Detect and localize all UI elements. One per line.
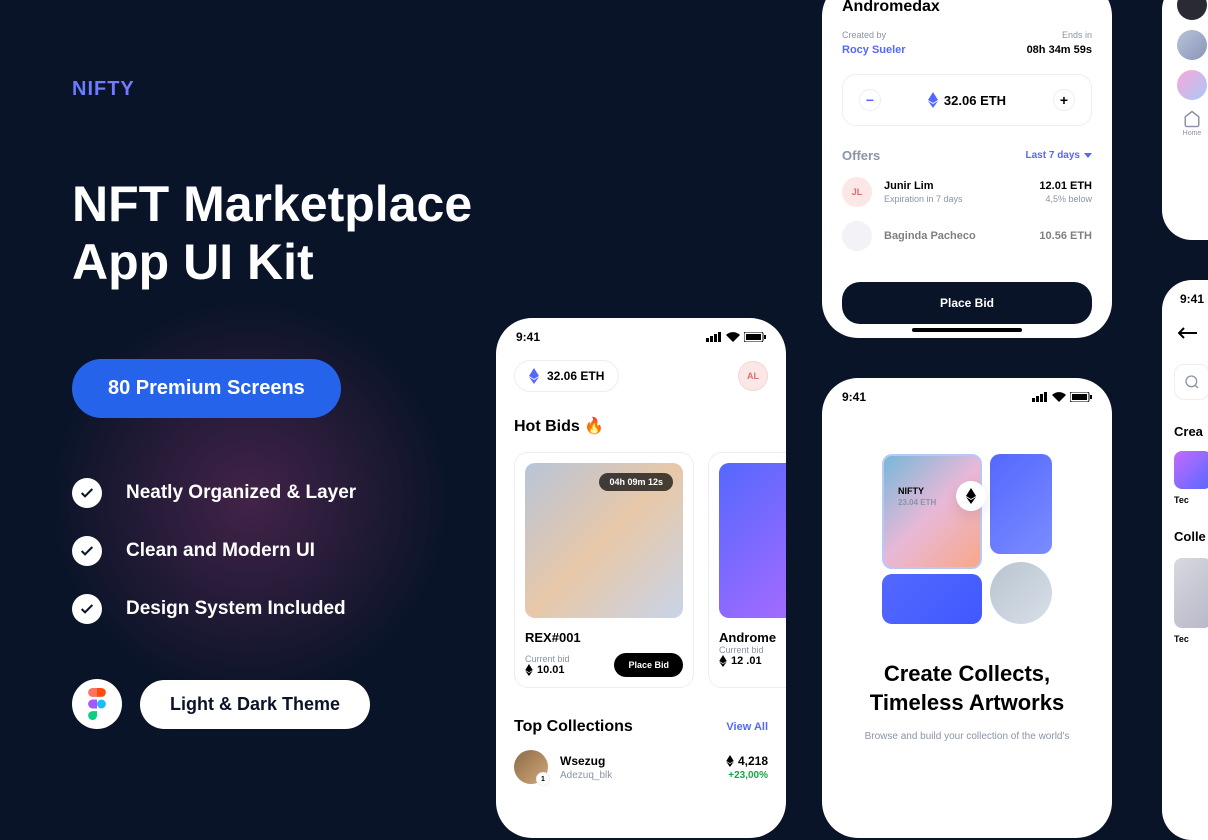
check-icon [72,594,102,624]
nft-image: 04h 09m 12s [525,463,683,618]
check-icon [72,478,102,508]
phone-mockup-onboarding: 9:41 NIFTY 23.04 ETH Create Collects, Ti… [822,378,1112,838]
bid-label: Current bid [525,654,570,664]
ethereum-icon [529,368,539,384]
onboarding-subtitle: Browse and build your collection of the … [822,731,1112,742]
nft-card[interactable]: 04h 09m 12s REX#001 Current bid 10.01 Pl… [514,452,694,688]
rank-badge: 1 [536,772,550,786]
home-indicator [912,328,1022,332]
place-bid-button[interactable]: Place Bid [614,653,683,677]
created-by-label: Created by [842,30,906,40]
collection-thumb[interactable] [1174,558,1208,628]
cta-premium-screens[interactable]: 80 Premium Screens [72,359,341,418]
search-icon [1184,374,1200,390]
top-collections-title: Top Collections [514,718,633,736]
offer-name: Baginda Pacheco [884,230,1039,242]
nft-card[interactable]: Androme Current bid 12 .01 [708,452,786,688]
hero-tag-name: NIFTY [898,486,936,496]
avatar[interactable] [1177,30,1207,60]
offer-item[interactable]: JL Junir Lim Expiration in 7 days 12.01 … [822,177,1112,207]
ends-in-label: Ends in [1027,30,1092,40]
price-value: 32.06 ETH [928,92,1006,108]
hero-tile: NIFTY 23.04 ETH [882,454,982,569]
offer-avatar: JL [842,177,872,207]
bid-value: 10.01 [525,664,570,676]
phone-fragment-bottom: 9:41 Crea Tec Colle Tec [1162,280,1208,840]
creator-thumb[interactable] [1174,451,1208,489]
balance-pill[interactable]: 32.06 ETH [514,360,619,392]
collection-avatar: 1 [514,750,548,784]
status-time: 9:41 [516,330,540,344]
feature-text: Design System Included [126,598,346,620]
chevron-down-icon [1084,153,1092,158]
place-bid-button[interactable]: Place Bid [842,282,1092,324]
home-icon [1183,110,1201,128]
avatar[interactable] [1177,70,1207,100]
collection-creator: Adezuq_blk [560,770,714,781]
hero-tiles: NIFTY 23.04 ETH [882,454,1052,624]
phone-mockup-detail: Andromedax Created by Rocy Sueler Ends i… [822,0,1112,338]
collection-change: +23,00% [726,770,768,781]
brand-logo: NIFTY [72,78,592,101]
thumb-label: Tec [1174,634,1208,644]
headline-line-2: App UI Kit [72,234,592,292]
onboarding-headline: Create Collects, Timeless Artworks [822,660,1112,717]
nft-image [719,463,786,618]
thumb-label: Tec [1174,495,1208,505]
collection-value: 4,218 [726,754,768,768]
status-time: 9:41 [1180,292,1208,306]
search-button[interactable] [1174,364,1208,400]
section-creators: Crea [1174,424,1208,439]
bid-label: Current bid [719,645,786,655]
status-icons [1032,392,1092,402]
feature-text: Neatly Organized & Layer [126,482,356,504]
avatar[interactable] [1177,0,1207,20]
offers-filter[interactable]: Last 7 days [1026,150,1092,161]
offer-below: 4,5% below [1039,194,1092,204]
creator-name[interactable]: Rocy Sueler [842,44,906,56]
theme-badge: Light & Dark Theme [140,680,370,729]
offer-expiration: Expiration in 7 days [884,194,1039,204]
hero-tile [990,454,1052,554]
decrement-button[interactable]: − [859,89,881,111]
arrow-left-icon [1178,327,1198,339]
bid-value: 12 .01 [719,655,786,667]
hot-bids-title: Hot Bids 🔥 [514,416,768,436]
offer-price: 10.56 ETH [1039,230,1092,242]
hero-tile [990,562,1052,624]
section-collections: Colle [1174,529,1208,544]
check-icon [72,536,102,566]
ethereum-badge [956,481,986,511]
timer-badge: 04h 09m 12s [599,473,673,491]
collection-row[interactable]: 1 Wsezug Adezuq_blk 4,218 +23,00% [514,750,768,784]
price-stepper: − 32.06 ETH + [842,74,1092,126]
offer-item[interactable]: Baginda Pacheco 10.56 ETH [822,221,1112,251]
hero-tag-price: 23.04 ETH [898,498,936,507]
phone-mockup-home: 9:41 32.06 ETH AL Hot Bids 🔥 04h 09m 12s… [496,318,786,838]
nft-name: REX#001 [525,630,683,645]
offer-name: Junir Lim [884,180,1039,192]
page-headline: NFT Marketplace App UI Kit [72,176,592,291]
status-icons [706,332,766,342]
status-time: 9:41 [842,390,866,404]
offer-avatar [842,221,872,251]
back-button[interactable] [1178,326,1208,344]
balance-amount: 32.06 ETH [547,369,604,383]
ends-in-value: 08h 34m 59s [1027,44,1092,56]
feature-text: Clean and Modern UI [126,540,315,562]
phone-fragment-top: Home [1162,0,1208,240]
view-all-link[interactable]: View All [726,721,768,733]
user-avatar[interactable]: AL [738,361,768,391]
collection-name: Wsezug [560,754,714,768]
nav-home[interactable]: Home [1162,110,1208,137]
offer-price: 12.01 ETH [1039,180,1092,192]
increment-button[interactable]: + [1053,89,1075,111]
hero-tile [882,574,982,624]
nft-detail-title: Andromedax [822,0,1112,16]
headline-line-1: NFT Marketplace [72,176,592,234]
offers-title: Offers [842,148,880,163]
figma-icon [72,679,122,729]
nft-name: Androme [719,630,786,645]
